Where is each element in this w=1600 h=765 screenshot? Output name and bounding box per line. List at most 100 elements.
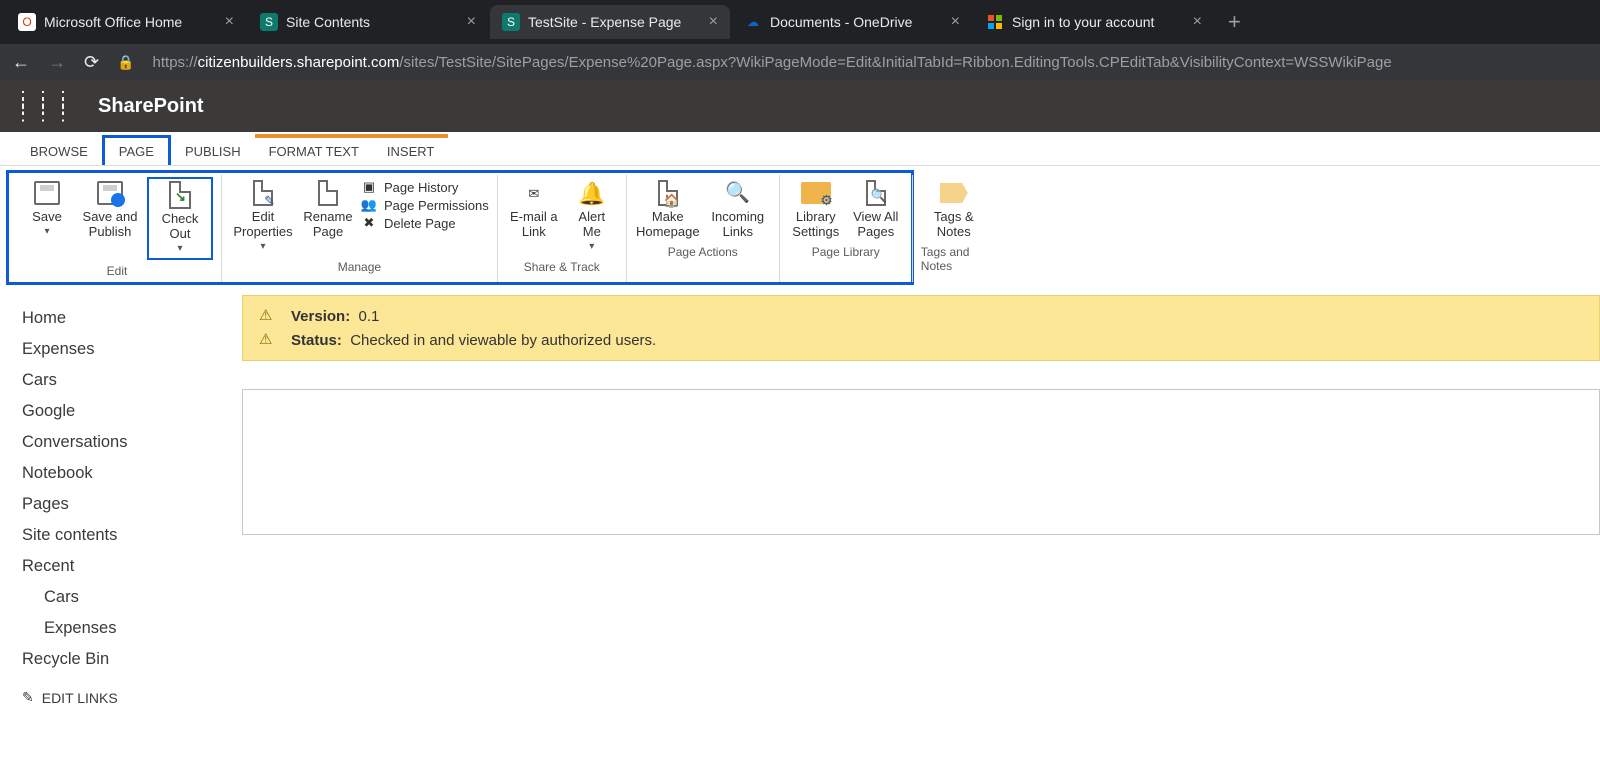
tab-title: Documents - OneDrive — [770, 14, 943, 30]
nav-site-contents[interactable]: Site contents — [22, 520, 226, 551]
label: Check Out — [151, 211, 209, 241]
alert-me-button[interactable]: 🔔 Alert Me — [566, 177, 618, 256]
label: Library Settings — [790, 209, 842, 239]
ribbon-tab-page[interactable]: PAGE — [102, 135, 171, 165]
browser-tab[interactable]: O Microsoft Office Home × — [6, 5, 246, 39]
ribbon-tab-browse[interactable]: BROWSE — [16, 138, 102, 165]
save-button[interactable]: Save — [21, 177, 73, 241]
check-out-button[interactable]: Check Out — [147, 177, 213, 260]
checkout-icon — [163, 181, 197, 209]
nav-conversations[interactable]: Conversations — [22, 427, 226, 458]
group-label: Edit — [107, 264, 128, 278]
tab-title: Site Contents — [286, 14, 459, 30]
app-launcher-icon[interactable]: ⋮⋮⋮⋮⋮⋮⋮⋮⋮ — [14, 94, 74, 118]
group-label: Page Library — [812, 245, 880, 259]
nav-pages[interactable]: Pages — [22, 489, 226, 520]
close-icon[interactable]: × — [1193, 13, 1202, 31]
close-icon[interactable]: × — [467, 13, 476, 31]
tab-title: Microsoft Office Home — [44, 14, 217, 30]
ribbon-tab-insert[interactable]: INSERT — [373, 134, 448, 165]
ribbon-group-actions: 🏠 Make Homepage 🔍 Incoming Links Page Ac… — [627, 175, 780, 282]
new-tab-button[interactable]: + — [1216, 9, 1253, 35]
edit-links-button[interactable]: ✎ EDIT LINKS — [22, 689, 226, 706]
tags-notes-button[interactable]: Tags & Notes — [921, 177, 987, 241]
label: Page History — [384, 180, 458, 195]
save-icon — [30, 179, 64, 207]
tab-title: TestSite - Expense Page — [528, 14, 701, 30]
rename-page-button[interactable]: Rename Page — [300, 177, 356, 241]
email-link-button[interactable]: ✉ E-mail a Link — [506, 177, 562, 241]
home-icon: 🏠 — [651, 179, 685, 207]
browser-tab[interactable]: S Site Contents × — [248, 5, 488, 39]
label: Make Homepage — [636, 209, 700, 239]
delete-icon: ✖ — [360, 215, 378, 231]
browser-tab[interactable]: ☁ Documents - OneDrive × — [732, 5, 972, 39]
nav-google[interactable]: Google — [22, 396, 226, 427]
warning-icon: ⚠ — [259, 306, 279, 326]
group-label: Page Actions — [668, 245, 738, 259]
page-permissions-button[interactable]: 👥 Page Permissions — [360, 197, 489, 213]
save-publish-icon — [93, 179, 127, 207]
url-path: /sites/TestSite/SitePages/Expense%20Page… — [399, 54, 1391, 71]
warning-icon: ⚠ — [259, 330, 279, 350]
page-history-button[interactable]: ▣ Page History — [360, 179, 489, 195]
favicon-sharepoint: S — [260, 13, 278, 31]
favicon-office: O — [18, 13, 36, 31]
label: EDIT LINKS — [42, 690, 118, 706]
incoming-links-button[interactable]: 🔍 Incoming Links — [705, 177, 771, 241]
library-settings-button[interactable]: Library Settings — [788, 177, 844, 241]
label: Rename Page — [302, 209, 354, 239]
nav-recent-cars[interactable]: Cars — [22, 582, 226, 613]
pencil-icon: ✎ — [22, 689, 34, 706]
ribbon-group-share: ✉ E-mail a Link 🔔 Alert Me Share & Track — [498, 175, 627, 282]
delete-page-button[interactable]: ✖ Delete Page — [360, 215, 489, 231]
ribbon-tab-publish[interactable]: PUBLISH — [171, 138, 255, 165]
nav-home[interactable]: Home — [22, 303, 226, 334]
browser-tab[interactable]: Sign in to your account × — [974, 5, 1214, 39]
ribbon-tab-format-text[interactable]: FORMAT TEXT — [255, 134, 373, 165]
nav-recycle-bin[interactable]: Recycle Bin — [22, 644, 226, 675]
page-status-banner: ⚠ Version: 0.1 ⚠ Status: Checked in and … — [242, 295, 1600, 361]
nav-recent-expenses[interactable]: Expenses — [22, 613, 226, 644]
label: Alert Me — [568, 209, 616, 239]
email-icon: ✉ — [517, 179, 551, 207]
label: View All Pages — [850, 209, 902, 239]
nav-cars[interactable]: Cars — [22, 365, 226, 396]
close-icon[interactable]: × — [951, 13, 960, 31]
label: Page Permissions — [384, 198, 489, 213]
nav-expenses[interactable]: Expenses — [22, 334, 226, 365]
app-title[interactable]: SharePoint — [98, 95, 204, 118]
library-settings-icon — [799, 179, 833, 207]
nav-notebook[interactable]: Notebook — [22, 458, 226, 489]
left-nav: Home Expenses Cars Google Conversations … — [0, 285, 236, 716]
favicon-microsoft — [986, 13, 1004, 31]
forward-icon[interactable]: → — [48, 52, 66, 73]
browser-tab-active[interactable]: S TestSite - Expense Page × — [490, 5, 730, 39]
wiki-edit-area[interactable] — [242, 389, 1600, 535]
close-icon[interactable]: × — [709, 13, 718, 31]
rename-icon — [311, 179, 345, 207]
label: Save and Publish — [79, 209, 141, 239]
url-text[interactable]: https://citizenbuilders.sharepoint.com/s… — [153, 54, 1392, 71]
url-prefix: https:// — [153, 54, 198, 71]
version-value: 0.1 — [359, 308, 380, 325]
edit-properties-button[interactable]: ✎ Edit Properties — [230, 177, 296, 256]
ribbon-page: Save Save and Publish Check Out Edit ✎ E… — [6, 170, 914, 285]
ribbon-group-library: Library Settings 🔍 View All Pages Page L… — [780, 175, 913, 282]
links-icon: 🔍 — [721, 179, 755, 207]
properties-icon: ✎ — [246, 179, 280, 207]
label: Delete Page — [384, 216, 456, 231]
group-label: Tags and Notes — [921, 245, 987, 273]
save-and-publish-button[interactable]: Save and Publish — [77, 177, 143, 241]
view-all-pages-button[interactable]: 🔍 View All Pages — [848, 177, 904, 241]
back-icon[interactable]: ← — [12, 52, 30, 73]
label: Edit Properties — [232, 209, 294, 239]
make-homepage-button[interactable]: 🏠 Make Homepage — [635, 177, 701, 241]
reload-icon[interactable]: ⟳ — [84, 52, 99, 73]
ribbon-group-edit: Save Save and Publish Check Out Edit — [13, 175, 222, 282]
lock-icon[interactable]: 🔒 — [117, 54, 134, 71]
close-icon[interactable]: × — [225, 13, 234, 31]
bell-icon: 🔔 — [575, 179, 609, 207]
permissions-icon: 👥 — [360, 197, 378, 213]
nav-recent[interactable]: Recent — [22, 551, 226, 582]
